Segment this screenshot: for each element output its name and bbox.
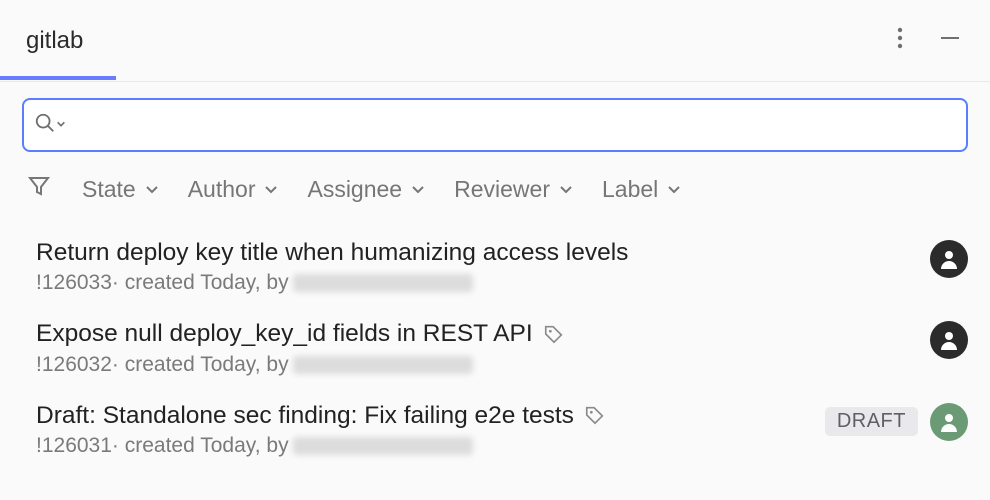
mr-right (930, 238, 968, 278)
more-options-button[interactable] (882, 23, 918, 59)
search-icon (34, 112, 56, 139)
search-section (0, 82, 990, 162)
mr-main: Return deploy key title when humanizing … (36, 238, 916, 295)
chevron-down-tiny-icon (56, 116, 66, 134)
labels-icon[interactable] (584, 404, 606, 426)
mr-ref: !126032 (36, 353, 112, 377)
avatar[interactable] (930, 403, 968, 441)
funnel-icon (27, 174, 51, 204)
filter-reviewer-label: Reviewer (454, 176, 550, 203)
mr-meta-text: · created Today, by (112, 271, 289, 295)
kebab-icon (897, 27, 903, 54)
merge-request-list: Return deploy key title when humanizing … (0, 216, 990, 470)
avatar[interactable] (930, 321, 968, 359)
minimize-icon (939, 27, 961, 54)
mr-title-line: Expose null deploy_key_id fields in REST… (36, 319, 916, 348)
merge-request-row[interactable]: Draft: Standalone sec finding: Fix faili… (0, 389, 990, 470)
labels-icon[interactable] (543, 323, 565, 345)
mr-author-redacted (293, 274, 473, 292)
filter-author[interactable]: Author (188, 176, 280, 203)
search-dropdown-button[interactable] (34, 112, 66, 139)
search-box[interactable] (22, 98, 968, 152)
mr-right (930, 319, 968, 359)
mr-title[interactable]: Expose null deploy_key_id fields in REST… (36, 319, 533, 348)
filter-state[interactable]: State (82, 176, 160, 203)
filter-assignee[interactable]: Assignee (307, 176, 426, 203)
filter-label[interactable]: Label (602, 176, 682, 203)
merge-request-row[interactable]: Expose null deploy_key_id fields in REST… (0, 307, 990, 388)
mr-title-line: Draft: Standalone sec finding: Fix faili… (36, 401, 811, 430)
tab-label: gitlab (26, 27, 83, 54)
mr-ref: !126031 (36, 434, 112, 458)
mr-meta-text: · created Today, by (112, 434, 289, 458)
mr-meta: !126033 · created Today, by (36, 271, 916, 295)
filter-button[interactable] (24, 174, 54, 204)
mr-meta: !126031 · created Today, by (36, 434, 811, 458)
chevron-down-icon (263, 181, 279, 197)
mr-title[interactable]: Return deploy key title when humanizing … (36, 238, 628, 267)
mr-meta: !126032 · created Today, by (36, 353, 916, 377)
mr-title-line: Return deploy key title when humanizing … (36, 238, 916, 267)
tab-active-underline (0, 76, 116, 80)
mr-main: Expose null deploy_key_id fields in REST… (36, 319, 916, 376)
mr-title[interactable]: Draft: Standalone sec finding: Fix faili… (36, 401, 574, 430)
minimize-button[interactable] (932, 23, 968, 59)
chevron-down-icon (144, 181, 160, 197)
status-badge: DRAFT (825, 407, 918, 436)
avatar[interactable] (930, 240, 968, 278)
mr-meta-text: · created Today, by (112, 353, 289, 377)
filter-author-label: Author (188, 176, 256, 203)
mr-ref: !126033 (36, 271, 112, 295)
filter-state-label: State (82, 176, 136, 203)
merge-request-row[interactable]: Return deploy key title when humanizing … (0, 226, 990, 307)
tab-gitlab[interactable]: gitlab (20, 3, 89, 79)
mr-right: DRAFT (825, 401, 968, 441)
search-input[interactable] (74, 100, 956, 150)
chevron-down-icon (558, 181, 574, 197)
mr-main: Draft: Standalone sec finding: Fix faili… (36, 401, 811, 458)
filter-reviewer[interactable]: Reviewer (454, 176, 574, 203)
filter-label-label: Label (602, 176, 658, 203)
mr-author-redacted (293, 437, 473, 455)
chevron-down-icon (410, 181, 426, 197)
mr-author-redacted (293, 356, 473, 374)
chevron-down-icon (666, 181, 682, 197)
app-root: gitlab (0, 0, 990, 500)
filter-assignee-label: Assignee (307, 176, 402, 203)
tab-bar: gitlab (0, 0, 990, 82)
filter-bar: State Author Assignee R (0, 162, 990, 216)
